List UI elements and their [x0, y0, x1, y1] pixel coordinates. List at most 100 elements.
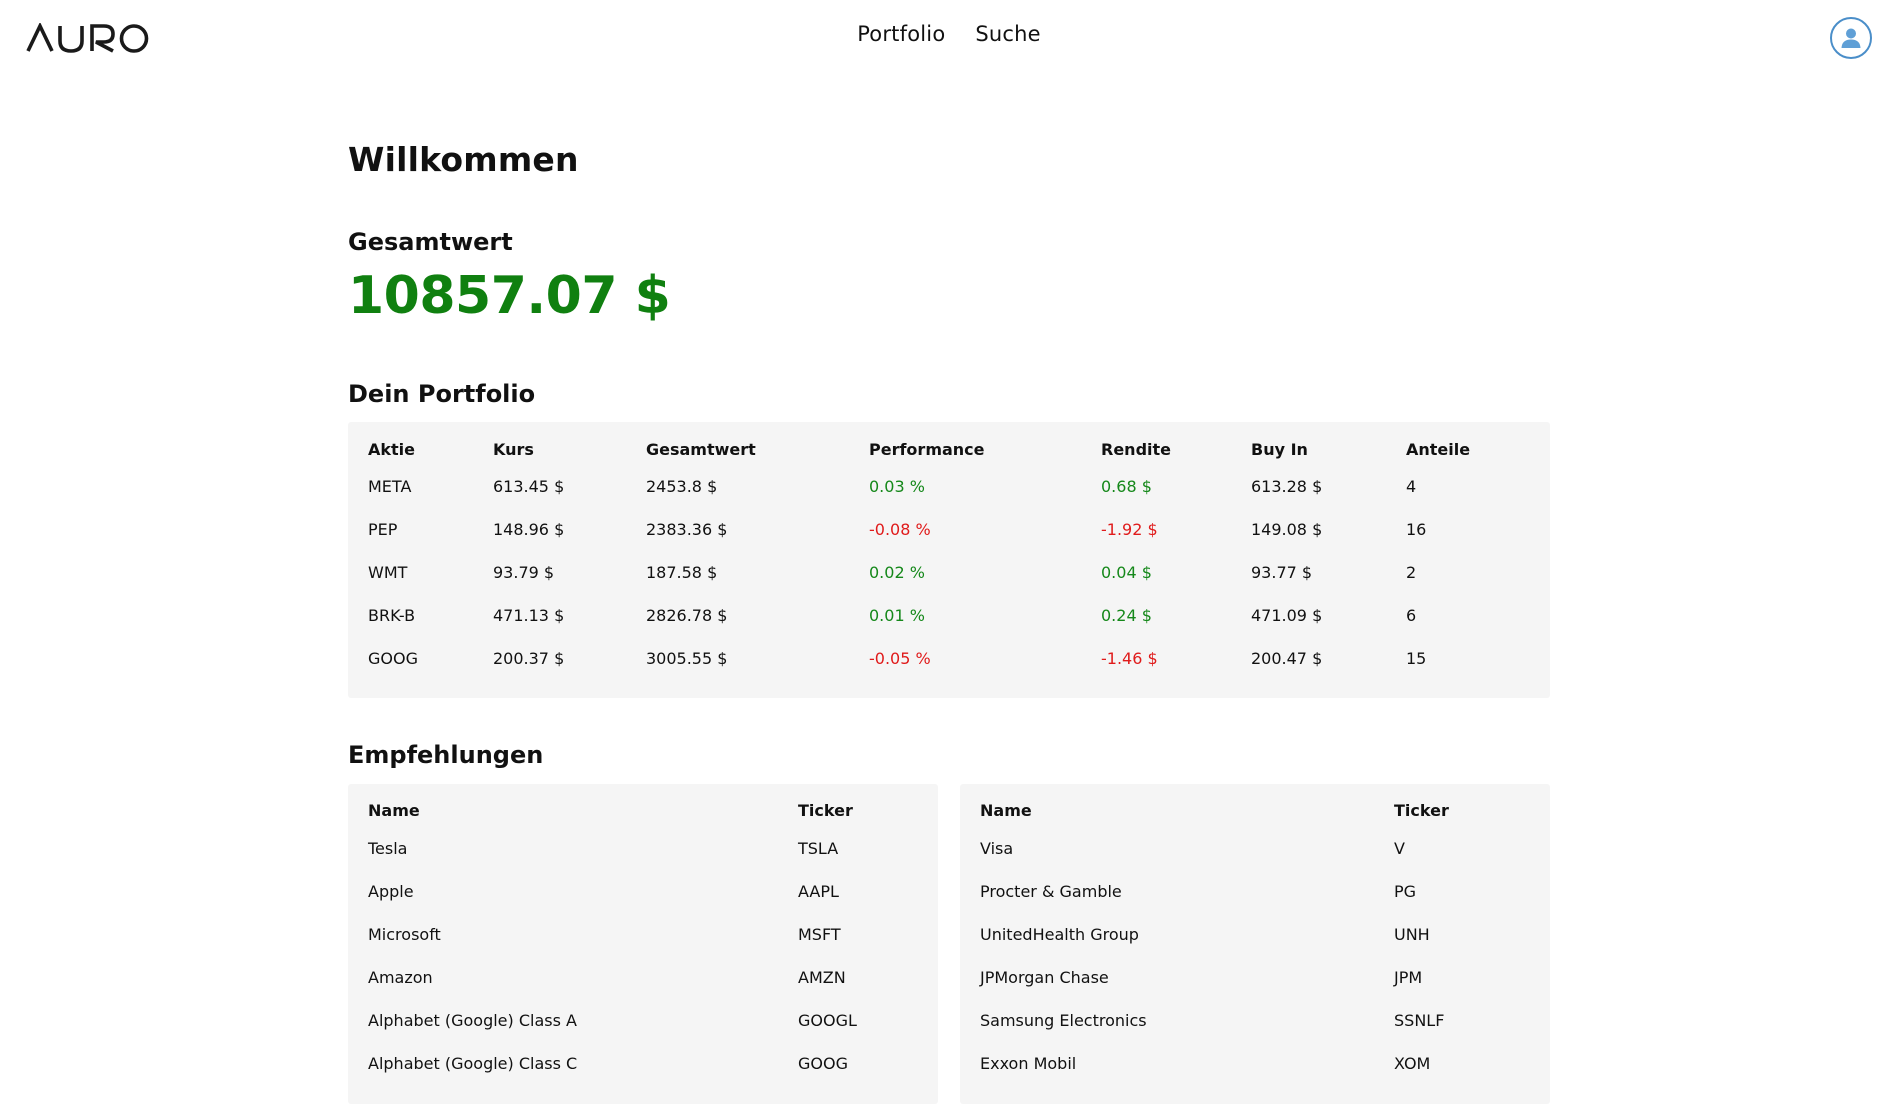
table-row[interactable]: GOOG 200.37 $ 3005.55 $ -0.05 % -1.46 $ …	[348, 637, 1550, 680]
top-navigation-bar: Portfolio Suche	[0, 0, 1898, 76]
cell-buy-in: 93.77 $	[1251, 563, 1313, 582]
column-header-aktie[interactable]: Aktie	[348, 422, 473, 465]
cell-name: UnitedHealth Group	[980, 925, 1139, 944]
cell-kurs: 93.79 $	[493, 563, 555, 582]
cell-buy-in: 471.09 $	[1251, 606, 1323, 625]
cell-gesamtwert: 2826.78 $	[646, 606, 728, 625]
cell-anteile: 15	[1406, 649, 1427, 668]
table-row[interactable]: BRK-B 471.13 $ 2826.78 $ 0.01 % 0.24 $ 4…	[348, 594, 1550, 637]
table-row[interactable]: Visa V	[960, 827, 1550, 870]
recommendations-header-row: Name Ticker	[960, 784, 1550, 827]
column-header-name[interactable]: Name	[960, 784, 1374, 827]
cell-anteile: 6	[1406, 606, 1417, 625]
cell-ticker: XOM	[1394, 1054, 1431, 1073]
cell-name: Amazon	[368, 968, 433, 987]
recommendations-left-panel: Name Ticker Tesla TSLA Apple AAPL Micros…	[348, 784, 938, 1104]
cell-performance: 0.02 %	[869, 563, 925, 582]
user-avatar-button[interactable]	[1830, 17, 1872, 59]
auro-logo-mark	[26, 23, 149, 53]
table-row[interactable]: WMT 93.79 $ 187.58 $ 0.02 % 0.04 $ 93.77…	[348, 551, 1550, 594]
column-header-kurs[interactable]: Kurs	[473, 422, 626, 465]
cell-name: Alphabet (Google) Class C	[368, 1054, 578, 1073]
page-title: Willkommen	[348, 140, 579, 179]
cell-name: JPMorgan Chase	[980, 968, 1109, 987]
cell-gesamtwert: 187.58 $	[646, 563, 718, 582]
user-icon	[1837, 24, 1865, 52]
cell-ticker: GOOG	[798, 1054, 848, 1073]
auro-logo[interactable]	[26, 18, 150, 58]
cell-rendite: 0.68 $	[1101, 477, 1152, 496]
column-header-rendite[interactable]: Rendite	[1081, 422, 1231, 465]
cell-ticker: GOOGL	[798, 1011, 857, 1030]
column-header-ticker[interactable]: Ticker	[1374, 784, 1550, 827]
cell-aktie: PEP	[368, 520, 398, 539]
total-value-amount: 10857.07 $	[348, 266, 671, 326]
cell-ticker: AAPL	[798, 882, 839, 901]
cell-ticker: AMZN	[798, 968, 846, 987]
cell-anteile: 16	[1406, 520, 1427, 539]
cell-buy-in: 613.28 $	[1251, 477, 1323, 496]
cell-ticker: UNH	[1394, 925, 1430, 944]
table-row[interactable]: Alphabet (Google) Class A GOOGL	[348, 999, 938, 1042]
cell-gesamtwert: 2453.8 $	[646, 477, 718, 496]
table-row[interactable]: Alphabet (Google) Class C GOOG	[348, 1042, 938, 1085]
table-row[interactable]: META 613.45 $ 2453.8 $ 0.03 % 0.68 $ 613…	[348, 465, 1550, 508]
column-header-name[interactable]: Name	[348, 784, 778, 827]
nav-portfolio-link[interactable]: Portfolio	[857, 22, 945, 46]
cell-rendite: 0.24 $	[1101, 606, 1152, 625]
cell-name: Samsung Electronics	[980, 1011, 1147, 1030]
table-row[interactable]: UnitedHealth Group UNH	[960, 913, 1550, 956]
recommendations-header-row: Name Ticker	[348, 784, 938, 827]
table-row[interactable]: PEP 148.96 $ 2383.36 $ -0.08 % -1.92 $ 1…	[348, 508, 1550, 551]
cell-aktie: META	[368, 477, 412, 496]
table-row[interactable]: JPMorgan Chase JPM	[960, 956, 1550, 999]
cell-anteile: 4	[1406, 477, 1417, 496]
cell-ticker: JPM	[1394, 968, 1423, 987]
table-row[interactable]: Apple AAPL	[348, 870, 938, 913]
column-header-performance[interactable]: Performance	[849, 422, 1081, 465]
recommendations-right-panel: Name Ticker Visa V Procter & Gamble PG U…	[960, 784, 1550, 1104]
cell-ticker: PG	[1394, 882, 1417, 901]
column-header-anteile[interactable]: Anteile	[1386, 422, 1550, 465]
table-row[interactable]: Exxon Mobil XOM	[960, 1042, 1550, 1085]
table-row[interactable]: Amazon AMZN	[348, 956, 938, 999]
cell-kurs: 613.45 $	[493, 477, 565, 496]
cell-performance: 0.01 %	[869, 606, 925, 625]
cell-performance: -0.08 %	[869, 520, 931, 539]
table-row[interactable]: Samsung Electronics SSNLF	[960, 999, 1550, 1042]
cell-aktie: WMT	[368, 563, 408, 582]
column-header-ticker[interactable]: Ticker	[778, 784, 938, 827]
cell-buy-in: 149.08 $	[1251, 520, 1323, 539]
cell-name: Tesla	[368, 839, 408, 858]
recommendations-left-table: Name Ticker Tesla TSLA Apple AAPL Micros…	[348, 784, 938, 1085]
cell-name: Apple	[368, 882, 414, 901]
cell-rendite: -1.46 $	[1101, 649, 1158, 668]
cell-ticker: V	[1394, 839, 1405, 858]
portfolio-table: Aktie Kurs Gesamtwert Performance Rendit…	[348, 422, 1550, 680]
cell-ticker: TSLA	[798, 839, 839, 858]
cell-aktie: BRK-B	[368, 606, 416, 625]
table-row[interactable]: Procter & Gamble PG	[960, 870, 1550, 913]
nav-suche-link[interactable]: Suche	[975, 22, 1040, 46]
cell-name: Visa	[980, 839, 1014, 858]
table-row[interactable]: Microsoft MSFT	[348, 913, 938, 956]
recommendations-section-title: Empfehlungen	[348, 741, 544, 769]
portfolio-table-panel: Aktie Kurs Gesamtwert Performance Rendit…	[348, 422, 1550, 698]
cell-kurs: 148.96 $	[493, 520, 565, 539]
recommendations-right-table: Name Ticker Visa V Procter & Gamble PG U…	[960, 784, 1550, 1085]
cell-rendite: -1.92 $	[1101, 520, 1158, 539]
column-header-gesamtwert[interactable]: Gesamtwert	[626, 422, 849, 465]
table-row[interactable]: Tesla TSLA	[348, 827, 938, 870]
cell-buy-in: 200.47 $	[1251, 649, 1323, 668]
column-header-buy-in[interactable]: Buy In	[1231, 422, 1386, 465]
portfolio-header-row: Aktie Kurs Gesamtwert Performance Rendit…	[348, 422, 1550, 465]
cell-gesamtwert: 3005.55 $	[646, 649, 728, 668]
portfolio-section-title: Dein Portfolio	[348, 380, 536, 408]
cell-name: Procter & Gamble	[980, 882, 1122, 901]
cell-aktie: GOOG	[368, 649, 418, 668]
cell-rendite: 0.04 $	[1101, 563, 1152, 582]
cell-kurs: 471.13 $	[493, 606, 565, 625]
total-value-label: Gesamtwert	[348, 228, 513, 256]
cell-ticker: MSFT	[798, 925, 841, 944]
cell-name: Exxon Mobil	[980, 1054, 1077, 1073]
